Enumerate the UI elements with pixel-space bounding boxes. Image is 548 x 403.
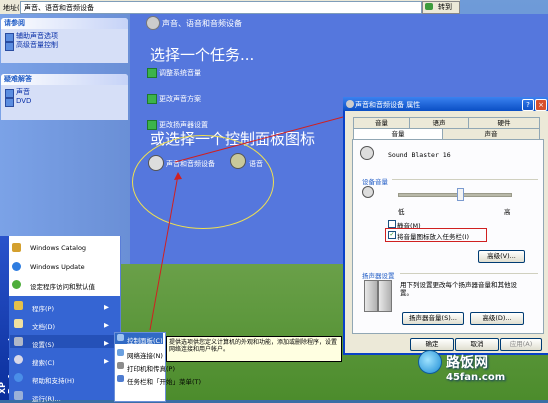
volume-slider-track[interactable]: [398, 193, 512, 197]
catalog-icon: [12, 243, 21, 252]
help-support-icon: [14, 373, 23, 382]
watermark-url: 45fan.com: [446, 372, 506, 383]
ok-button[interactable]: 确定: [410, 338, 454, 351]
watermark-logo-icon: [418, 350, 442, 374]
speaker-left-icon: [364, 280, 378, 312]
tab-voice[interactable]: 语声: [409, 117, 469, 128]
tab-volume-row1[interactable]: 音量: [353, 117, 410, 128]
start-item-update[interactable]: Windows Update: [30, 263, 85, 271]
start-item-help[interactable]: 帮助和支持(H): [32, 375, 74, 385]
documents-chevron-icon: ▶: [104, 321, 109, 329]
programs-icon: [14, 301, 23, 310]
watermark-name: 路饭网: [446, 355, 488, 371]
tab-volume[interactable]: 音量: [353, 128, 443, 139]
submenu-network[interactable]: 网络连接(N): [127, 350, 163, 360]
settings-icon: [14, 337, 23, 346]
tray-label: 将音量图标放入任务栏(I): [397, 233, 469, 241]
arrow-line-upper: [174, 112, 359, 163]
speaker-volume-button[interactable]: 扬声器音量(S)...: [402, 312, 464, 325]
device-speaker-icon: [360, 146, 374, 160]
dialog-title: 声音和音频设备 属性: [355, 101, 421, 109]
group-divider: [392, 179, 538, 180]
mute-checkbox[interactable]: [388, 220, 396, 228]
tab-sounds[interactable]: 声音: [442, 128, 540, 139]
start-item-catalog[interactable]: Windows Catalog: [30, 244, 86, 252]
tray-checkbox[interactable]: ✓: [388, 231, 396, 239]
defaults-icon: [12, 280, 21, 289]
control-panel-tooltip: 提供选项供您定义计算机的外观和功能，添加或删除程序，设置网络连接和用户帐户。: [166, 336, 342, 362]
start-item-programs[interactable]: 程序(P): [32, 303, 54, 313]
speaker-right-icon: [378, 280, 392, 312]
update-icon: [12, 262, 21, 271]
speaker-description: 用下列设置更改每个扬声器音量和其他设置。: [400, 281, 517, 297]
start-item-run[interactable]: 运行(R)...: [32, 393, 61, 403]
volume-slider-thumb[interactable]: [456, 188, 464, 201]
volume-speaker-icon: [362, 186, 374, 198]
cancel-button[interactable]: 取消: [455, 338, 499, 351]
submenu-printers[interactable]: 打印机和传真(P): [127, 363, 175, 373]
close-button[interactable]: ×: [535, 99, 547, 111]
volume-low-label: 低: [398, 208, 405, 216]
printer-icon: [117, 362, 124, 369]
settings-highlight: [10, 335, 114, 348]
start-item-documents[interactable]: 文档(D): [32, 321, 55, 331]
advanced-volume-button[interactable]: 高级(V)...: [478, 250, 525, 263]
control-panel-icon: [117, 334, 124, 341]
search-chevron-icon: ▶: [104, 357, 109, 365]
arrow-line-lower: [149, 174, 179, 331]
run-icon: [14, 391, 23, 400]
volume-high-label: 高: [504, 208, 511, 216]
help-button[interactable]: ?: [522, 99, 534, 111]
dialog-sound-icon: [346, 100, 354, 108]
arrow-head: [174, 172, 182, 180]
speaker-advanced-button[interactable]: 高级(D)...: [470, 312, 524, 325]
apply-button[interactable]: 应用(A): [500, 338, 542, 351]
speaker-group-label: 扬声器设置: [362, 272, 395, 280]
taskbar-icon: [117, 375, 124, 382]
submenu-control-panel[interactable]: 控制面板(C): [127, 335, 163, 345]
group-divider: [400, 273, 538, 274]
network-icon: [117, 349, 124, 356]
start-item-search[interactable]: 搜索(C): [32, 357, 55, 367]
tab-hardware[interactable]: 硬件: [468, 117, 540, 128]
start-item-settings[interactable]: 设置(S): [32, 339, 54, 349]
submenu-taskbar[interactable]: 任务栏和「开始」菜单(T): [127, 376, 201, 386]
search-icon: [14, 355, 23, 364]
start-item-defaults[interactable]: 设定程序访问和默认值: [30, 281, 95, 291]
settings-chevron-icon: ▶: [104, 339, 109, 347]
device-volume-group-label: 设备音量: [362, 178, 388, 186]
programs-chevron-icon: ▶: [104, 303, 109, 311]
documents-icon: [14, 319, 23, 328]
device-name: Sound Blaster 16: [388, 151, 451, 159]
